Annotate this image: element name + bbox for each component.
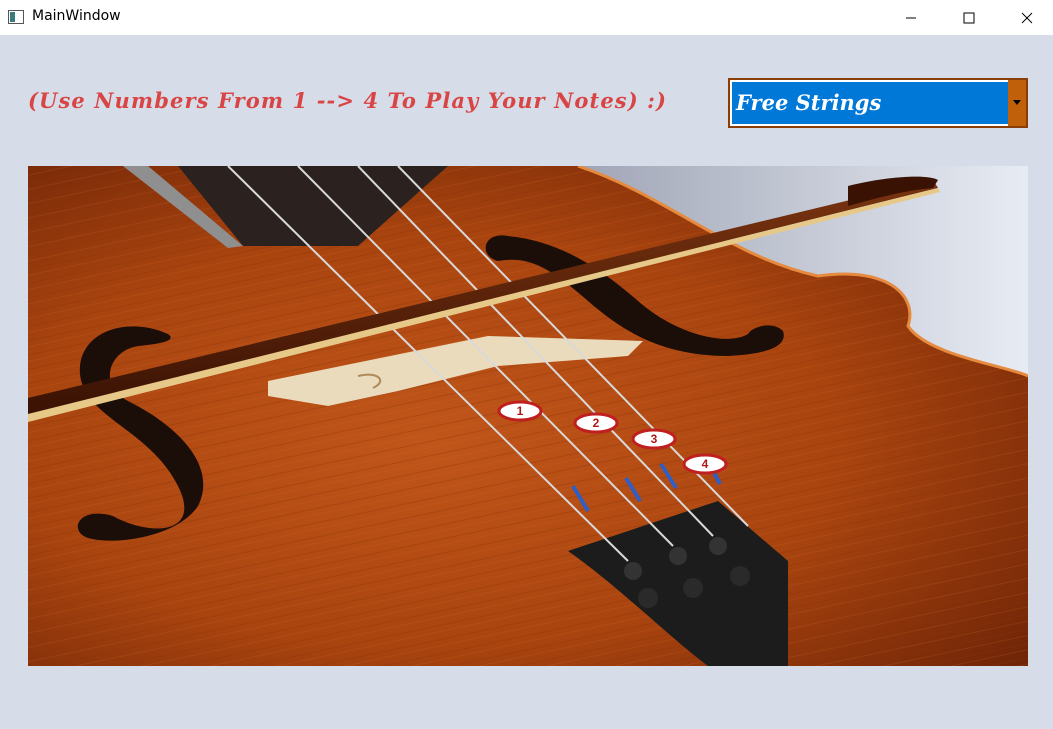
instructions-text: (Use Numbers From 1 --> 4 To Play Your N… xyxy=(28,88,668,113)
close-icon xyxy=(1021,12,1033,23)
svg-text:1: 1 xyxy=(517,404,524,418)
mode-select[interactable]: Free Strings xyxy=(728,78,1028,128)
maximize-icon xyxy=(963,12,975,23)
cello-image: 1 2 3 4 xyxy=(28,166,1028,666)
chevron-down-icon xyxy=(1013,100,1021,105)
minimize-button[interactable] xyxy=(888,0,934,35)
string-marker-3: 3 xyxy=(631,428,677,450)
svg-text:3: 3 xyxy=(651,432,658,446)
maximize-button[interactable] xyxy=(946,0,992,35)
string-marker-2: 2 xyxy=(573,412,619,434)
svg-text:4: 4 xyxy=(702,457,709,471)
dropdown-arrow-button[interactable] xyxy=(1008,80,1026,126)
string-marker-4: 4 xyxy=(682,453,728,475)
close-button[interactable] xyxy=(1004,0,1050,35)
title-bar: MainWindow xyxy=(0,0,1053,35)
mode-select-value[interactable]: Free Strings xyxy=(732,82,1008,124)
app-window-icon xyxy=(8,10,24,24)
window-title: MainWindow xyxy=(32,8,121,24)
string-marker-1: 1 xyxy=(497,400,543,422)
minimize-icon xyxy=(906,17,916,18)
svg-text:2: 2 xyxy=(593,416,600,430)
